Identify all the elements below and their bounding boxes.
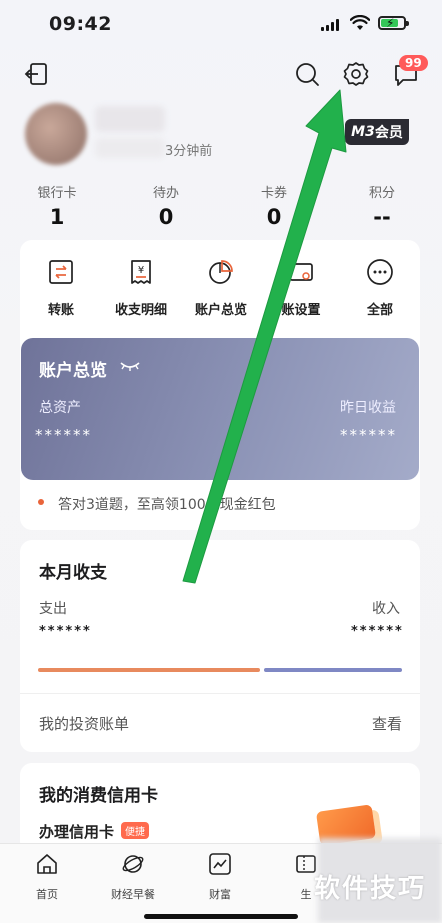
quick-item-all[interactable]: 全部 — [340, 258, 420, 318]
member-level: M3 — [351, 124, 375, 140]
tab-label: 首页 — [36, 888, 58, 901]
stat-value: 0 — [266, 205, 282, 229]
expense-value: ****** — [39, 624, 92, 639]
investment-statement-label[interactable]: 我的投资账单 — [39, 713, 129, 734]
trend-icon — [209, 853, 231, 875]
more-icon — [367, 259, 393, 285]
income-bar — [264, 668, 402, 672]
income-label: 收入 — [372, 601, 400, 617]
stat-label: 待办 — [152, 186, 179, 201]
view-link[interactable]: 查看 — [372, 713, 402, 734]
home-icon — [37, 854, 57, 874]
promo-banner[interactable]: 答对3道题，至高领100元现金红包 — [58, 494, 276, 514]
gear-icon[interactable] — [343, 61, 369, 87]
stat-value: 0 — [158, 205, 174, 229]
transfer-icon — [49, 260, 73, 284]
battery-icon: ⚡ — [378, 16, 409, 30]
stat-label: 银行卡 — [37, 186, 77, 201]
pie-chart-icon — [209, 260, 233, 284]
tab-wealth[interactable]: 财富 — [180, 852, 260, 902]
expense-label: 支出 — [39, 601, 67, 617]
logout-icon[interactable] — [24, 61, 50, 87]
expense-bar — [38, 668, 260, 672]
stat-points[interactable]: 积分 -- — [342, 182, 422, 229]
search-icon[interactable] — [294, 61, 320, 87]
status-time: 09:42 — [49, 13, 112, 35]
member-badge[interactable]: M3 会员 — [345, 119, 409, 145]
quick-item-statements[interactable]: ¥ 收支明细 — [101, 258, 181, 318]
cellular-signal-icon — [321, 19, 339, 31]
divider — [20, 693, 420, 694]
total-assets-label: 总资产 — [39, 400, 81, 416]
total-assets-value: ****** — [35, 426, 92, 444]
overview-title: 账户总览 — [39, 361, 107, 381]
eye-closed-icon[interactable] — [119, 360, 141, 372]
quick-item-label: 账户总览 — [194, 303, 247, 318]
planet-icon — [122, 855, 144, 873]
tab-home[interactable]: 首页 — [7, 852, 87, 902]
apply-credit-card-link[interactable]: 办理信用卡 — [39, 821, 114, 842]
stat-value: 1 — [49, 205, 65, 229]
yesterday-earnings-label: 昨日收益 — [340, 400, 396, 416]
promo-dot — [38, 499, 44, 505]
tab-label: 财富 — [209, 888, 231, 901]
stat-label: 积分 — [368, 186, 395, 201]
stat-bank-cards[interactable]: 银行卡 1 — [17, 182, 97, 229]
last-login-time: 3分钟前 — [165, 144, 213, 159]
quick-item-account-settings[interactable]: 账设置 — [261, 258, 341, 318]
wifi-icon — [350, 15, 370, 30]
quick-item-label: 收支明细 — [114, 303, 167, 318]
stat-value: -- — [373, 205, 391, 229]
stat-label: 卡券 — [260, 186, 287, 201]
member-label: 会员 — [374, 125, 403, 141]
monthly-title: 本月收支 — [39, 563, 107, 583]
receipt-icon: ¥ — [131, 260, 151, 284]
username-blurred — [95, 106, 165, 132]
svg-text:¥: ¥ — [138, 265, 144, 276]
tab-label: 财经早餐 — [111, 888, 155, 901]
quick-item-label: 转账 — [47, 303, 74, 318]
quick-item-label: 全部 — [366, 303, 393, 318]
quick-item-transfer[interactable]: 转账 — [21, 258, 101, 318]
quick-item-label: 账设置 — [281, 303, 321, 318]
message-badge: 99 — [399, 55, 428, 71]
tab-finance-breakfast[interactable]: 财经早餐 — [93, 852, 173, 902]
home-indicator — [144, 914, 298, 919]
watermark: 软件技巧 — [314, 874, 427, 904]
account-blurred — [95, 138, 165, 158]
income-value: ****** — [351, 624, 404, 639]
credit-card-title: 我的消费信用卡 — [39, 786, 158, 806]
convenient-tag: 便捷 — [121, 822, 149, 839]
card-settings-icon — [289, 263, 313, 281]
quick-item-overview[interactable]: 账户总览 — [181, 258, 261, 318]
avatar[interactable] — [25, 103, 87, 165]
yesterday-earnings-value: ****** — [340, 426, 397, 444]
stat-coupons[interactable]: 卡券 0 — [234, 182, 314, 229]
stat-todo[interactable]: 待办 0 — [126, 182, 206, 229]
